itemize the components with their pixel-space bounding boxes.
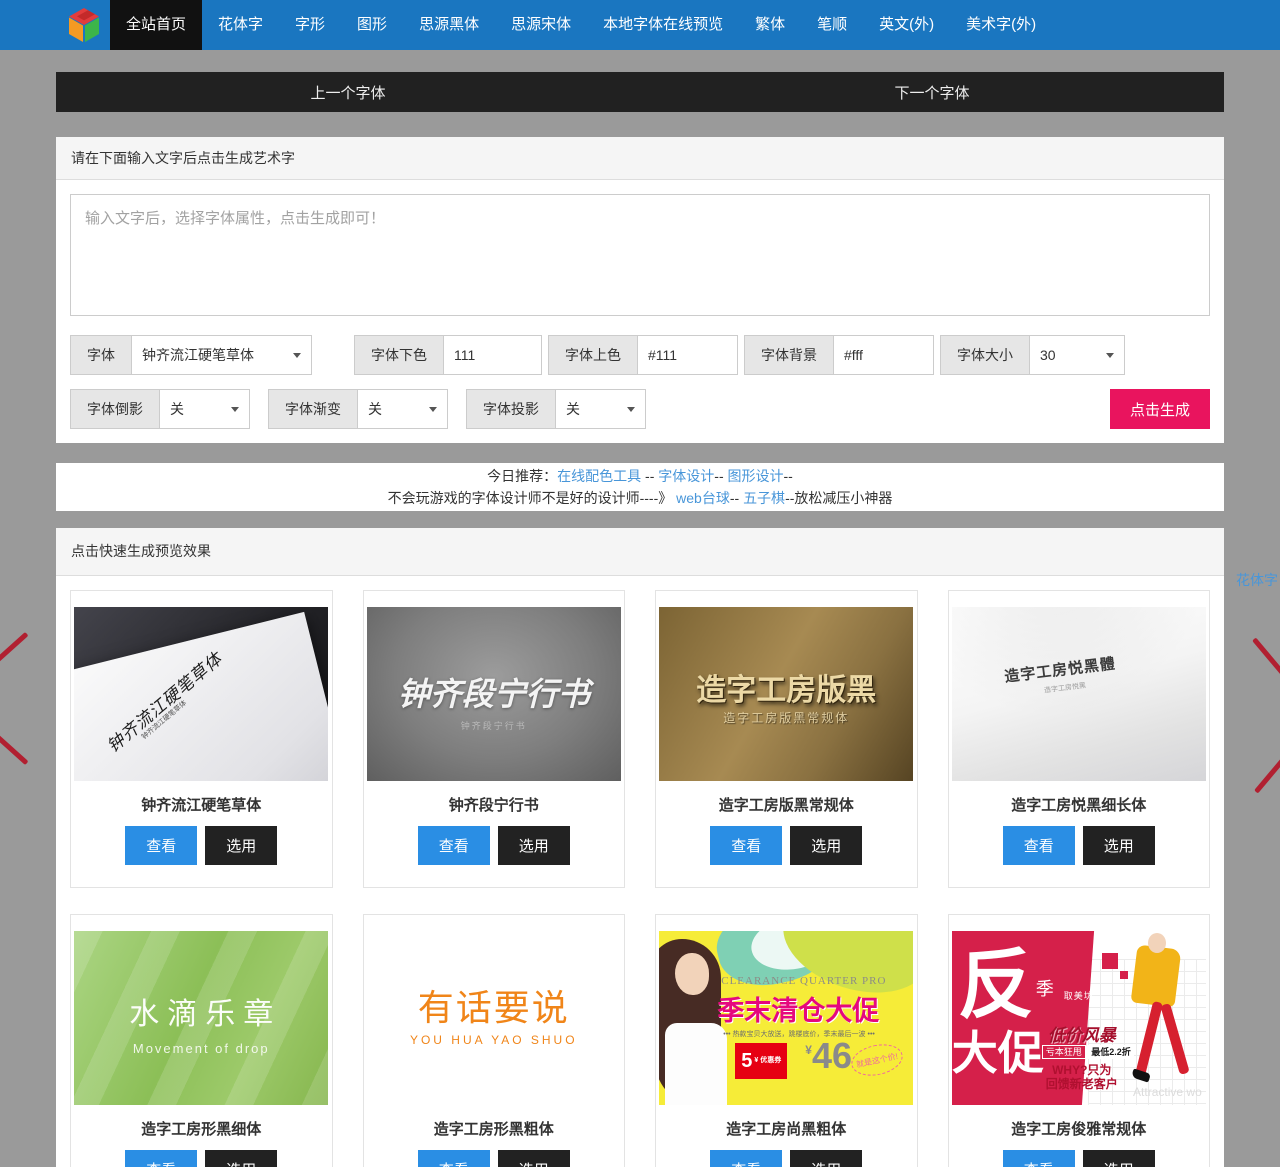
view-button[interactable]: 查看 [125, 1150, 198, 1167]
font-design-link[interactable]: 字体设计 [658, 468, 714, 484]
use-button[interactable]: 选用 [1082, 826, 1155, 865]
down-color-label: 字体下色 [354, 335, 444, 375]
font-size-select[interactable]: 30 [1030, 335, 1125, 375]
carousel-next-icon[interactable] [1254, 747, 1280, 794]
font-card: 反 季 大促 取美坊 低价风暴 亏本狂甩 最低2.2折 WHY?只为 回馈新老客户… [947, 914, 1210, 1167]
preview-panel: 点击快速生成预览效果 钟齐流江硬笔草体 钟齐流江硬笔草体 钟齐流江硬笔草体 查看… [56, 528, 1224, 1167]
site-logo-icon[interactable] [64, 5, 104, 45]
font-preview-image[interactable]: 造字工房版黑 造字工房版黑常规体 [659, 607, 914, 781]
font-name: 钟齐段宁行书 [448, 797, 539, 814]
font-card: 钟齐流江硬笔草体 钟齐流江硬笔草体 钟齐流江硬笔草体 查看 选用 [70, 590, 333, 888]
view-button[interactable]: 查看 [710, 1150, 783, 1167]
use-button[interactable]: 选用 [205, 1150, 278, 1167]
font-card: 钟齐段宁行书 钟齐段宁行书 钟齐段宁行书 查看 选用 [362, 590, 625, 888]
up-color-input[interactable] [638, 335, 738, 375]
shadow-select[interactable]: 关 [556, 389, 646, 429]
carousel-prev-icon[interactable] [0, 631, 29, 674]
view-button[interactable]: 查看 [417, 1150, 490, 1167]
next-font-link[interactable]: 下一个字体 [894, 82, 969, 103]
nav-item-english[interactable]: 英文(外) [863, 0, 950, 50]
nav-item-bishun[interactable]: 笔顺 [801, 0, 863, 50]
nav-item-home[interactable]: 全站首页 [110, 0, 203, 50]
carousel-next-icon[interactable] [1252, 637, 1280, 684]
nav-item-zixing[interactable]: 字形 [279, 0, 341, 50]
bg-color-input[interactable] [834, 335, 934, 375]
use-button[interactable]: 选用 [205, 826, 278, 865]
bg-color-label: 字体背景 [744, 335, 834, 375]
carousel-prev-icon[interactable] [0, 723, 29, 766]
view-button[interactable]: 查看 [125, 826, 198, 865]
font-name: 造字工房形黑粗体 [433, 1121, 554, 1138]
font-name: 造字工房版黑常规体 [718, 797, 854, 814]
view-button[interactable]: 查看 [1002, 826, 1075, 865]
font-preview-image[interactable]: 有话要说 YOU HUA YAO SHUO [366, 931, 621, 1105]
nav-item-meishuzi[interactable]: 美术字(外) [950, 0, 1052, 50]
use-button[interactable]: 选用 [790, 826, 863, 865]
use-button[interactable]: 选用 [497, 1150, 570, 1167]
preview-panel-title: 点击快速生成预览效果 [56, 528, 1224, 576]
up-color-label: 字体上色 [548, 335, 638, 375]
generate-button[interactable]: 点击生成 [1110, 389, 1210, 429]
nav-item-siyuansongti[interactable]: 思源宋体 [495, 0, 587, 50]
edge-tag-huatizi[interactable]: 花体字 [1236, 570, 1278, 590]
generator-panel: 请在下面输入文字后点击生成艺术字 字体 钟齐流江硬笔草体 字体下色 字体上色 字… [56, 137, 1224, 443]
font-preview-image[interactable]: 钟齐流江硬笔草体 钟齐流江硬笔草体 [74, 607, 329, 781]
color-tool-link[interactable]: 在线配色工具 [557, 468, 641, 484]
nav-item-tuxing[interactable]: 图形 [341, 0, 403, 50]
font-preview-image[interactable]: CLEARANCE QUARTER PRO 季末清仓大促 ••• 热款宝贝大放送… [659, 931, 914, 1105]
gradient-select[interactable]: 关 [358, 389, 448, 429]
prev-font-link[interactable]: 上一个字体 [310, 82, 385, 103]
reflect-select[interactable]: 关 [160, 389, 250, 429]
model-figure [1130, 944, 1182, 1008]
font-card: CLEARANCE QUARTER PRO 季末清仓大促 ••• 热款宝贝大放送… [655, 914, 918, 1167]
font-name: 造字工房形黑细体 [141, 1121, 262, 1138]
view-button[interactable]: 查看 [1002, 1150, 1075, 1167]
generator-panel-title: 请在下面输入文字后点击生成艺术字 [56, 137, 1224, 180]
nav-item-fanti[interactable]: 繁体 [739, 0, 801, 50]
graphic-design-link[interactable]: 图形设计 [728, 468, 784, 484]
reflect-label: 字体倒影 [70, 389, 160, 429]
text-input-area[interactable] [70, 194, 1210, 316]
font-card: 造字工房版黑 造字工房版黑常规体 造字工房版黑常规体 查看 选用 [655, 590, 918, 888]
down-color-input[interactable] [444, 335, 542, 375]
font-preview-image[interactable]: 钟齐段宁行书 钟齐段宁行书 [366, 607, 621, 781]
font-card: 有话要说 YOU HUA YAO SHUO 造字工房形黑粗体 查看 选用 [362, 914, 625, 1167]
font-card: 造字工房悦黑體 造字工房悦黑 造字工房悦黑细长体 查看 选用 [947, 590, 1210, 888]
top-navbar: 全站首页 花体字 字形 图形 思源黑体 思源宋体 本地字体在线预览 繁体 笔顺 … [0, 0, 1280, 50]
use-button[interactable]: 选用 [790, 1150, 863, 1167]
web-billiards-link[interactable]: web台球 [676, 490, 730, 506]
view-button[interactable]: 查看 [417, 826, 490, 865]
font-card: 水滴乐章 Movement of drop 造字工房形黑细体 查看 选用 [70, 914, 333, 1167]
font-name: 造字工房俊雅常规体 [1011, 1121, 1147, 1138]
font-pager: 上一个字体 下一个字体 [56, 72, 1224, 112]
chevron-down-icon [1106, 352, 1114, 358]
use-button[interactable]: 选用 [1082, 1150, 1155, 1167]
nav-item-huatizi[interactable]: 花体字 [202, 0, 279, 50]
font-preview-image[interactable]: 反 季 大促 取美坊 低价风暴 亏本狂甩 最低2.2折 WHY?只为 回馈新老客户… [951, 931, 1206, 1105]
view-button[interactable]: 查看 [710, 826, 783, 865]
daily-recommend: 今日推荐：在线配色工具 -- 字体设计-- 图形设计-- 不会玩游戏的字体设计师… [56, 463, 1224, 511]
font-name: 造字工房尚黑粗体 [726, 1121, 847, 1138]
recommend-line-2: 不会玩游戏的字体设计师不是好的设计师----》 web台球-- 五子棋--放松减… [387, 490, 893, 506]
font-name: 钟齐流江硬笔草体 [141, 797, 262, 814]
font-preview-image[interactable]: 水滴乐章 Movement of drop [74, 931, 329, 1105]
font-select[interactable]: 钟齐流江硬笔草体 [132, 335, 312, 375]
font-name: 造字工房悦黑细长体 [1011, 797, 1147, 814]
nav-item-local-preview[interactable]: 本地字体在线预览 [587, 0, 739, 50]
paper-shape: 钟齐流江硬笔草体 钟齐流江硬笔草体 [74, 611, 329, 781]
font-preview-image[interactable]: 造字工房悦黑體 造字工房悦黑 [951, 607, 1206, 781]
chevron-down-icon [627, 406, 635, 412]
font-label: 字体 [70, 335, 132, 375]
nav-item-siyuanheiti[interactable]: 思源黑体 [403, 0, 495, 50]
chevron-down-icon [429, 406, 437, 412]
recommend-line-1: 今日推荐：在线配色工具 -- 字体设计-- 图形设计-- [487, 468, 793, 484]
gradient-label: 字体渐变 [268, 389, 358, 429]
gomoku-link[interactable]: 五子棋 [743, 490, 785, 506]
chevron-down-icon [293, 352, 301, 358]
shadow-label: 字体投影 [466, 389, 556, 429]
use-button[interactable]: 选用 [497, 826, 570, 865]
font-size-label: 字体大小 [940, 335, 1030, 375]
chevron-down-icon [231, 406, 239, 412]
